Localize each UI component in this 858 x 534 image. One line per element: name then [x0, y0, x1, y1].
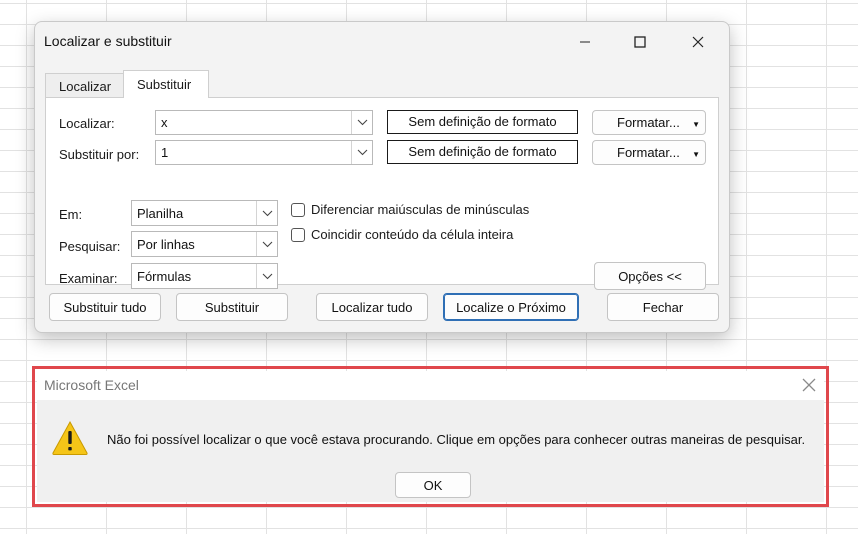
look-in-value: Fórmulas — [137, 268, 192, 284]
look-in-label: Examinar: — [59, 271, 118, 286]
match-case-label: Diferenciar maiúsculas de minúsculas — [311, 202, 530, 217]
find-replace-dialog: Localizar e substituir Localizar Substit… — [34, 21, 730, 333]
close-dialog-button[interactable]: Fechar — [607, 293, 719, 321]
find-label: Localizar: — [59, 116, 115, 131]
within-label: Em: — [59, 207, 83, 222]
replace-value: 1 — [161, 145, 169, 160]
replace-combobox[interactable]: 1 — [155, 140, 373, 165]
find-all-button[interactable]: Localizar tudo — [316, 293, 428, 321]
find-next-button[interactable]: Localize o Próximo — [443, 293, 579, 321]
excel-message-box: Microsoft Excel Não foi possível localiz… — [37, 371, 824, 502]
dialog-title: Localizar e substituir — [44, 33, 172, 49]
close-icon[interactable] — [800, 376, 818, 394]
checkbox-box[interactable] — [291, 227, 305, 242]
maximize-button[interactable] — [618, 27, 662, 57]
find-format-button[interactable]: Formatar... ▼ — [592, 110, 706, 135]
search-value: Por linhas — [137, 236, 195, 252]
message-titlebar: Microsoft Excel — [37, 371, 824, 400]
replace-format-preview: Sem definição de formato — [387, 140, 578, 164]
tab-substituir[interactable]: Substituir — [123, 70, 209, 98]
replace-button[interactable]: Substituir — [176, 293, 288, 321]
message-title: Microsoft Excel — [44, 377, 139, 393]
search-select[interactable]: Por linhas — [131, 231, 278, 257]
message-text: Não foi possível localizar o que você es… — [107, 432, 806, 447]
look-in-dropdown[interactable] — [256, 264, 277, 288]
chevron-down-icon — [262, 273, 272, 279]
minimize-button[interactable] — [563, 27, 607, 57]
match-entire-checkbox[interactable]: Coincidir conteúdo da célula inteira — [291, 227, 513, 242]
options-button[interactable]: Opções << — [594, 262, 706, 290]
close-button[interactable] — [676, 27, 720, 57]
replace-format-label: Formatar... — [617, 145, 680, 160]
replace-label: Substituir por: — [59, 147, 140, 162]
within-value: Planilha — [137, 205, 184, 221]
find-combobox[interactable]: x — [155, 110, 373, 135]
match-case-checkbox[interactable]: Diferenciar maiúsculas de minúsculas — [291, 202, 529, 217]
search-dropdown[interactable] — [256, 232, 277, 256]
dropdown-arrow-icon: ▼ — [692, 150, 700, 159]
search-label: Pesquisar: — [59, 239, 121, 254]
replace-format-button[interactable]: Formatar... ▼ — [592, 140, 706, 165]
find-value: x — [161, 115, 168, 130]
find-format-label: Formatar... — [617, 115, 680, 130]
checkbox-box[interactable] — [291, 202, 305, 217]
replace-tab-panel: Localizar: x Sem definição de formato Fo… — [45, 97, 719, 290]
within-select[interactable]: Planilha — [131, 200, 278, 226]
dropdown-arrow-icon: ▼ — [692, 120, 700, 129]
find-format-preview: Sem definição de formato — [387, 110, 578, 134]
within-dropdown[interactable] — [256, 201, 277, 225]
chevron-down-icon — [262, 210, 272, 216]
ok-button[interactable]: OK — [395, 472, 471, 498]
replace-dropdown[interactable] — [351, 141, 372, 164]
chevron-down-icon — [357, 149, 367, 156]
close-icon — [692, 36, 704, 48]
maximize-icon — [634, 36, 646, 48]
match-entire-label: Coincidir conteúdo da célula inteira — [311, 227, 514, 242]
find-dropdown[interactable] — [351, 111, 372, 134]
replace-all-button[interactable]: Substituir tudo — [49, 293, 161, 321]
chevron-down-icon — [262, 241, 272, 247]
chevron-down-icon — [357, 119, 367, 126]
message-body: Não foi possível localizar o que você es… — [37, 400, 824, 468]
look-in-select[interactable]: Fórmulas — [131, 263, 278, 289]
minimize-icon — [580, 41, 590, 43]
tab-localizar[interactable]: Localizar — [45, 73, 130, 98]
warning-icon — [52, 420, 88, 455]
